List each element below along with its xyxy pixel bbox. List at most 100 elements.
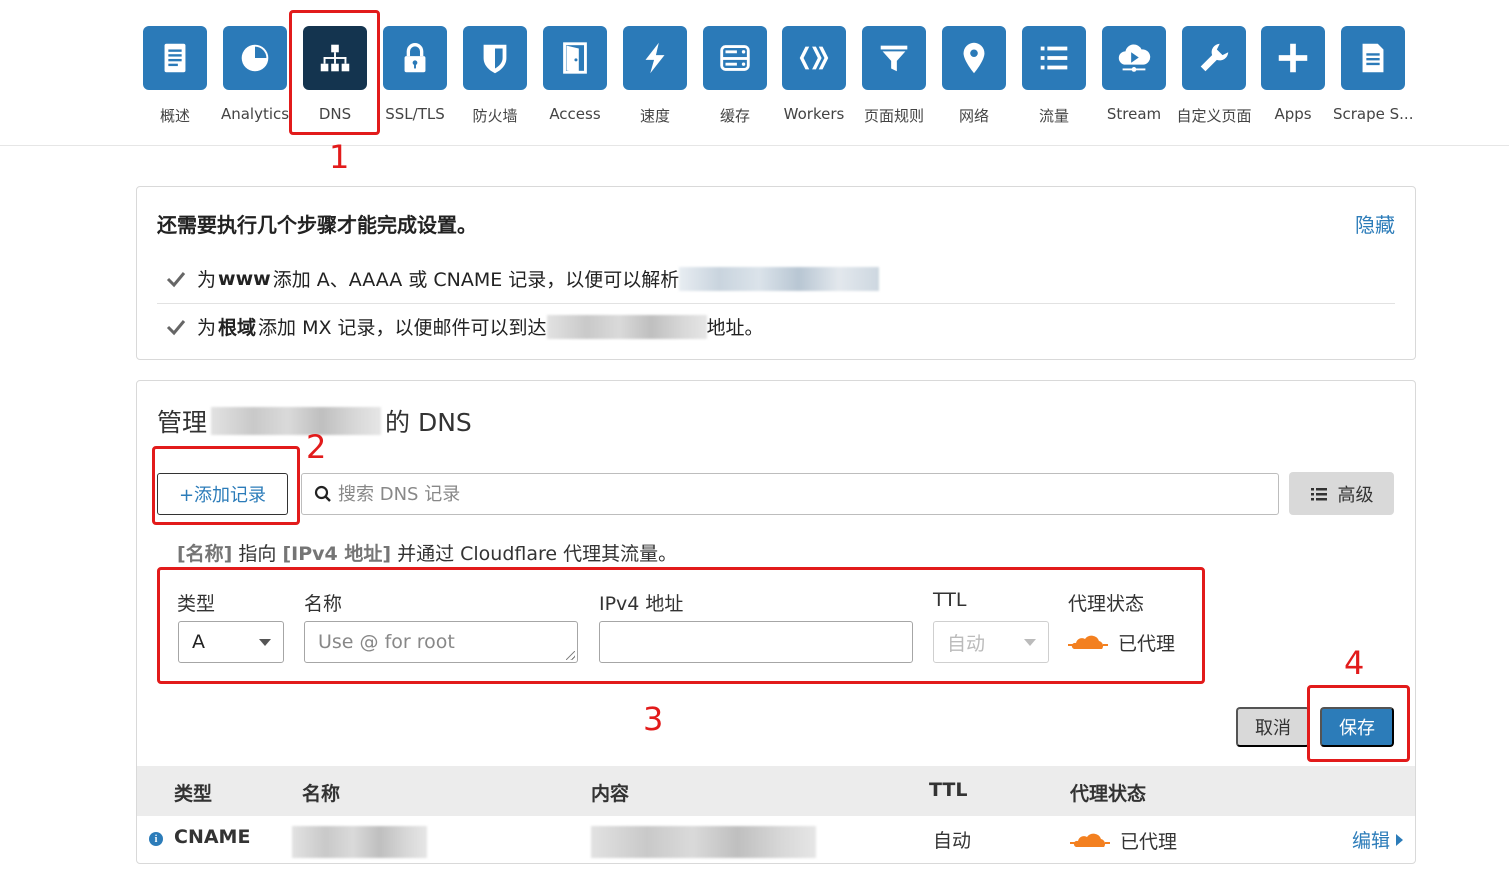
door-icon: [563, 42, 587, 74]
nav-tile-stream: [1102, 26, 1166, 90]
list-icon: [1040, 46, 1068, 70]
nav-label: 网络: [958, 107, 989, 125]
nav-label: 流量: [1038, 107, 1069, 125]
dns-title-post: 的 DNS: [385, 408, 472, 437]
page-icon: [1362, 43, 1384, 73]
nav-item-apps[interactable]: Apps: [1253, 26, 1333, 123]
nav-tile-access: [543, 26, 607, 90]
nav-item-cache[interactable]: 缓存: [695, 26, 775, 126]
nav-label: 自定义页面: [1176, 107, 1252, 125]
annotation-box-4: [1307, 685, 1410, 762]
info-icon[interactable]: i: [149, 832, 163, 846]
lock-icon: [404, 43, 426, 73]
row-type: CNAME: [174, 826, 251, 848]
column-content[interactable]: 内容: [591, 779, 629, 806]
setup-step-mx: 为 根域 添加 MX 记录，以便邮件可以到达 地址。: [165, 313, 764, 340]
nav-label: Access: [549, 105, 601, 123]
row-content: [591, 826, 816, 863]
cancel-button[interactable]: 取消: [1236, 707, 1310, 747]
dns-search[interactable]: [301, 473, 1279, 515]
lightning-icon: [645, 42, 665, 74]
redacted-domain: [546, 314, 707, 339]
nav-item-network[interactable]: 网络: [934, 26, 1014, 126]
server-icon: [720, 45, 750, 71]
hide-link[interactable]: 隐藏: [1355, 209, 1395, 238]
search-input[interactable]: [338, 483, 1238, 505]
nav-tile-apps: [1261, 26, 1325, 90]
nav-label: 速度: [639, 107, 670, 125]
step-text-post: 添加 A、AAAA 或 CNAME 记录，以便可以解析: [272, 269, 680, 291]
workers-icon: [799, 46, 829, 70]
redacted-name: [292, 826, 427, 858]
row-proxy-value: 已代理: [1120, 831, 1178, 853]
dns-title-pre: 管理: [157, 408, 208, 437]
column-type[interactable]: 类型: [174, 779, 212, 806]
nav-tile-custom-pages: [1182, 26, 1246, 90]
nav-tile-traffic: [1022, 26, 1086, 90]
nav-item-speed[interactable]: 速度: [615, 26, 695, 126]
setup-step-www: 为 www 添加 A、AAAA 或 CNAME 记录，以便可以解析: [165, 265, 880, 292]
table-row[interactable]: i CNAME 自动 已代理 编辑: [137, 816, 1415, 862]
annotation-number-3: 3: [643, 700, 664, 738]
nav-item-analytics[interactable]: Analytics: [215, 26, 295, 123]
annotation-box-1: [289, 10, 380, 135]
annotation-number-4: 4: [1344, 644, 1365, 682]
nav-item-stream[interactable]: Stream: [1094, 26, 1174, 123]
caret-right-icon: [1396, 833, 1403, 846]
annotation-number-1: 1: [329, 138, 350, 176]
annotation-box-2: [152, 446, 300, 525]
nav-tile-overview: [143, 26, 207, 90]
step-text-tail: 地址。: [706, 317, 764, 339]
nav-label: Stream: [1106, 105, 1162, 123]
filter-icon: [880, 45, 908, 72]
shield-icon: [483, 44, 507, 74]
redacted-domain: [679, 266, 880, 291]
nav-tile-page-rules: [862, 26, 926, 90]
nav-item-page-rules[interactable]: 页面规则: [854, 26, 934, 126]
top-navigation: 概述 Analytics DNS SSL/TLS 防火墙 Access 速度 缓…: [0, 0, 1509, 146]
nav-item-access[interactable]: Access: [535, 26, 615, 123]
pie-chart-icon: [241, 44, 269, 72]
setup-card: 还需要执行几个步骤才能完成设置。 隐藏 为 www 添加 A、AAAA 或 CN…: [136, 186, 1416, 360]
orange-cloud-icon: [1070, 833, 1110, 847]
cloud-play-icon: [1118, 44, 1151, 72]
annotation-number-2: 2: [306, 428, 327, 466]
nav-item-custom-pages[interactable]: 自定义页面: [1174, 26, 1254, 126]
nav-item-traffic[interactable]: 流量: [1014, 26, 1094, 126]
nav-item-firewall[interactable]: 防火墙: [455, 26, 535, 126]
check-icon: [166, 319, 186, 335]
column-proxy-status[interactable]: 代理状态: [1070, 779, 1146, 806]
step-text-bold: www: [218, 267, 271, 290]
nav-item-workers[interactable]: Workers: [774, 26, 854, 123]
row-ttl: 自动: [933, 830, 972, 852]
redacted-content: [591, 826, 816, 858]
edit-record-link[interactable]: 编辑: [1352, 826, 1403, 853]
column-ttl[interactable]: TTL: [929, 779, 967, 801]
hint-ip-placeholder: [IPv4 地址]: [282, 543, 392, 565]
record-hint: [名称] 指向 [IPv4 地址] 并通过 Cloudflare 代理其流量。: [177, 539, 677, 566]
hint-name-placeholder: [名称]: [177, 543, 233, 565]
redacted-domain: [211, 407, 382, 435]
step-text-bold: 根域: [218, 317, 257, 339]
search-icon: [314, 485, 331, 502]
edit-label: 编辑: [1351, 830, 1390, 852]
nav-tile-workers: [782, 26, 846, 90]
annotation-box-3: [157, 567, 1205, 684]
nav-tile-scrape-shield: [1341, 26, 1405, 90]
column-name[interactable]: 名称: [302, 779, 340, 806]
nav-tile-ssl: [383, 26, 447, 90]
advanced-button[interactable]: 高级: [1289, 472, 1394, 515]
nav-item-overview[interactable]: 概述: [135, 26, 215, 126]
nav-label: 页面规则: [863, 107, 924, 125]
nav-item-ssl-tls[interactable]: SSL/TLS: [375, 26, 455, 123]
nav-item-scrape-shield[interactable]: Scrape S...: [1333, 26, 1413, 123]
plus-icon: [1278, 43, 1308, 73]
location-pin-icon: [963, 42, 985, 74]
nav-tile-speed: [623, 26, 687, 90]
row-proxy-status: 已代理: [1070, 827, 1177, 854]
step-divider: [157, 303, 1395, 304]
check-icon: [166, 271, 186, 287]
document-icon: [164, 43, 186, 73]
nav-tile-network: [942, 26, 1006, 90]
nav-label: Scrape S...: [1333, 105, 1414, 123]
